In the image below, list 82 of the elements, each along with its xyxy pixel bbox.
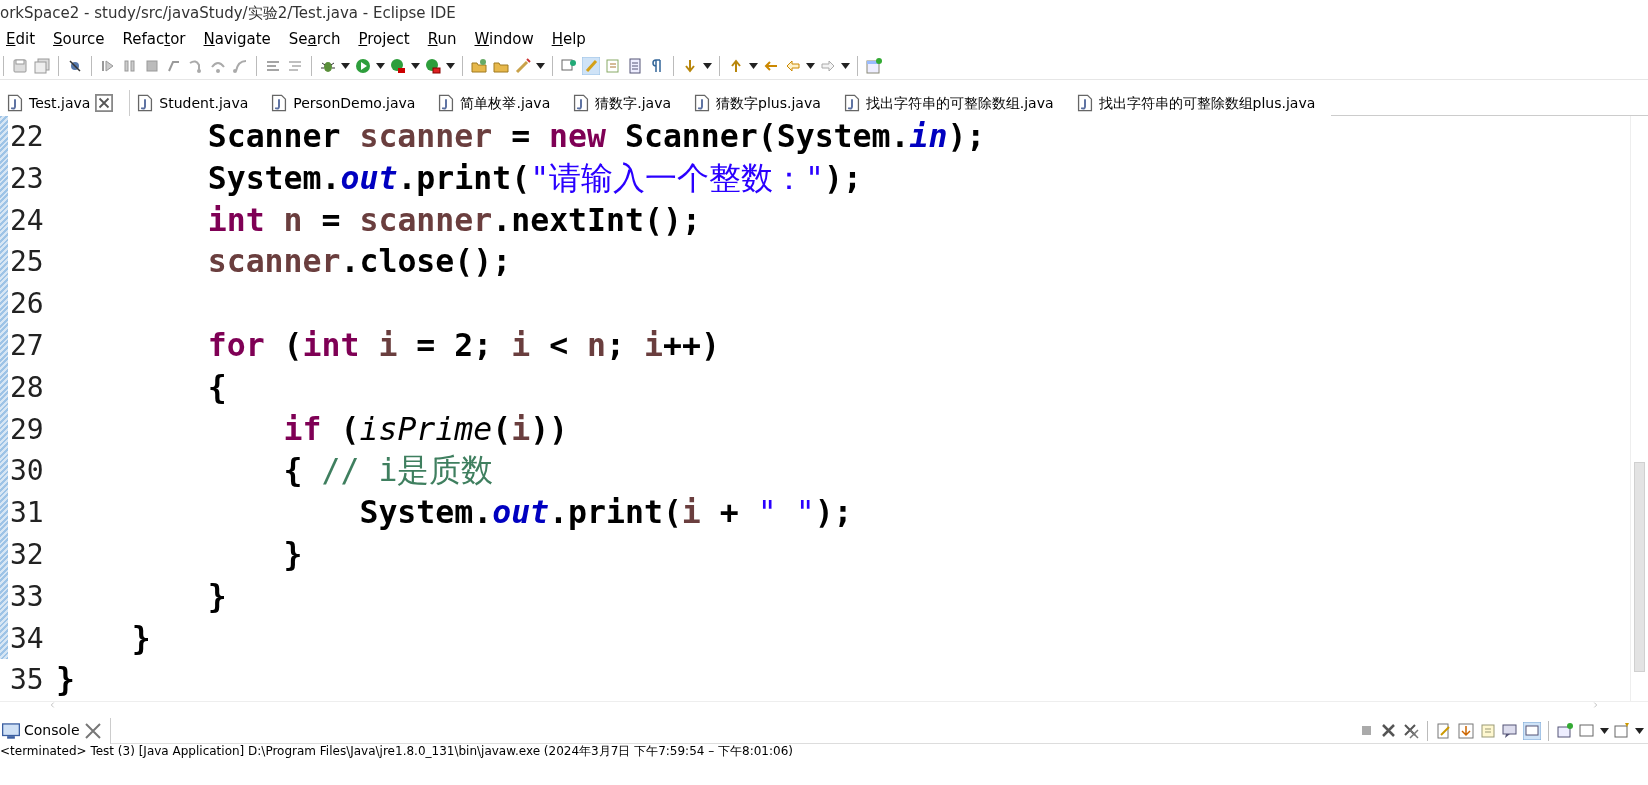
menu-item[interactable]: Navigate: [203, 27, 271, 51]
line-number: 26: [9, 286, 44, 323]
menu-item[interactable]: Project: [358, 27, 410, 51]
scroll-right-icon[interactable]: [1591, 702, 1600, 709]
dropdown-caret-icon[interactable]: [703, 62, 712, 69]
menu-item[interactable]: Source: [53, 27, 105, 51]
line-number: 35: [9, 662, 44, 699]
code-line: int n = scanner.nextInt();: [206, 200, 702, 240]
window-title: orkSpace2 - study/src/javaStudy/实验2/Test.java - Eclipse IDE: [0, 3, 457, 24]
line-number: 28: [9, 369, 44, 406]
code-line: {: [206, 367, 228, 407]
java-file-icon: [6, 94, 24, 112]
horizontal-scrollbar[interactable]: [0, 701, 1648, 709]
annotation-icon[interactable]: [604, 56, 622, 75]
clear-icon[interactable]: [1435, 721, 1453, 740]
dropdown-caret-icon[interactable]: [411, 62, 420, 69]
line-number: 25: [9, 244, 44, 281]
remove-all-icon[interactable]: [1402, 721, 1420, 740]
console-status: <terminated> Test (3) [Java Application] D:\Program Files\Java\jre1.8.0_131\bin\javaw.exe (2024年3月7日 下午7:59:54 – 下午8:01:06): [0, 744, 794, 758]
save-all-icon[interactable]: [33, 56, 51, 75]
line-number: 30: [9, 453, 44, 490]
save-icon[interactable]: [11, 56, 29, 75]
show-error-icon[interactable]: [1523, 721, 1541, 740]
console-tab[interactable]: Console: [0, 717, 111, 744]
scroll-lock-icon[interactable]: [1457, 721, 1475, 740]
line-number: 22: [9, 119, 44, 155]
java-file-icon: [136, 94, 155, 112]
menu-item[interactable]: Help: [551, 27, 586, 51]
dropdown-caret-icon[interactable]: [376, 62, 385, 69]
line-number: 24: [9, 202, 44, 239]
code-line: if (isPrime(i)): [282, 409, 570, 449]
line-number: 34: [9, 620, 44, 657]
perspective-icon[interactable]: [865, 56, 883, 75]
java-file-icon: [270, 94, 289, 112]
highlight-icon[interactable]: [582, 56, 600, 75]
java-file-icon: [437, 94, 456, 112]
scroll-left-icon[interactable]: [48, 702, 57, 709]
show-output-icon[interactable]: [1501, 721, 1519, 740]
java-file-icon: [1075, 94, 1094, 112]
dropdown-caret-icon[interactable]: [341, 62, 350, 69]
block-selection-icon[interactable]: [626, 56, 644, 75]
vertical-scrollbar[interactable]: [1630, 116, 1648, 702]
code-line: System.out.print(i + " ");: [358, 493, 854, 533]
menu-item[interactable]: Run: [427, 27, 457, 51]
scroll-thumb[interactable]: [1634, 462, 1645, 672]
menu-item[interactable]: Search: [288, 27, 341, 51]
code-line: }: [56, 660, 76, 700]
code-line: Scanner scanner = new Scanner(System.in);: [206, 117, 987, 156]
coverage-icon[interactable]: [389, 56, 407, 75]
java-file-icon: [572, 94, 591, 112]
code-line: }: [206, 576, 228, 616]
code-line: { // i是质数: [282, 451, 495, 491]
external-tools-icon[interactable]: [424, 56, 442, 75]
pin-console-icon[interactable]: [1556, 721, 1574, 740]
dropdown-caret-icon[interactable]: [446, 62, 455, 69]
code-line: }: [282, 534, 304, 574]
code-line: System.out.print("请输入一个整数：");: [206, 158, 864, 198]
new-project-icon[interactable]: [470, 56, 488, 75]
menu-item[interactable]: Edit: [6, 27, 36, 51]
dropdown-caret-icon[interactable]: [1635, 727, 1644, 734]
monitor-icon[interactable]: [2, 721, 20, 740]
menu-item[interactable]: Window: [474, 27, 534, 51]
java-file-icon: [842, 94, 861, 112]
dropdown-caret-icon[interactable]: [806, 62, 815, 69]
java-file-icon: [693, 94, 712, 112]
line-number: 23: [9, 160, 44, 197]
code-line: scanner.close();: [206, 242, 513, 282]
line-number: 32: [9, 536, 44, 573]
dropdown-caret-icon[interactable]: [841, 62, 850, 69]
dropdown-caret-icon[interactable]: [1600, 727, 1609, 734]
line-number: 33: [9, 578, 44, 615]
editor-tab[interactable]: Test.java: [0, 90, 131, 116]
line-number: 29: [9, 411, 44, 448]
dropdown-caret-icon[interactable]: [749, 62, 758, 69]
line-number: 27: [9, 328, 44, 364]
menu-item[interactable]: Refactor: [122, 27, 186, 51]
dropdown-caret-icon[interactable]: [536, 62, 545, 69]
code-line: }: [130, 618, 152, 658]
code-line: for (int i = 2; i < n; i++): [206, 326, 721, 365]
close-icon[interactable]: [83, 721, 102, 740]
line-number: 31: [9, 495, 44, 532]
close-icon[interactable]: [95, 94, 114, 112]
